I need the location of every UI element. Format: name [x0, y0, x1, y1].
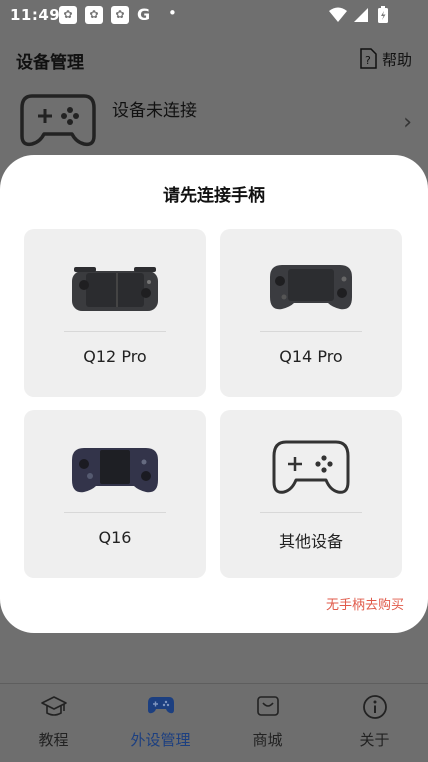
nav-item-peripherals[interactable]: 外设管理: [107, 684, 214, 762]
gamepad-icon: [20, 94, 96, 147]
card-divider: [260, 512, 362, 513]
device-card-other[interactable]: 其他设备: [220, 410, 402, 578]
connect-controller-modal: 请先连接手柄 Q12 Pro Q14 Pro Q16 其他设备 无手柄去购买: [0, 155, 428, 633]
nav-item-shop[interactable]: 商城: [214, 684, 321, 762]
baidu-icon: ✿: [85, 6, 103, 24]
card-divider: [260, 331, 362, 332]
system-icons: [328, 6, 398, 28]
modal-title: 请先连接手柄: [163, 186, 265, 206]
nav-label: 商城: [252, 731, 283, 749]
status-bar: 11:49 ✿ ✿ ✿ G •: [0, 0, 428, 30]
buy-controller-link[interactable]: 无手柄去购买: [326, 594, 404, 613]
help-label: 帮助: [381, 50, 412, 69]
gamepad-icon: [147, 697, 174, 714]
help-icon: ?: [360, 48, 377, 69]
nav-item-about[interactable]: 关于: [321, 684, 428, 762]
signal-icon: [354, 8, 368, 22]
q14-pro-controller-image: [270, 265, 352, 310]
chevron-right-icon: ›: [403, 110, 412, 135]
device-label: Q14 Pro: [279, 347, 343, 366]
nav-label: 教程: [38, 731, 69, 749]
google-icon: G: [137, 5, 151, 24]
nav-label: 外设管理: [130, 731, 191, 749]
more-notifications-dot: •: [168, 4, 177, 22]
battery-icon: [378, 6, 388, 23]
q16-controller-image: [72, 448, 158, 493]
q12-pro-controller-image: [72, 267, 158, 311]
graduation-cap-icon: [40, 696, 67, 716]
baidu-icon: ✿: [111, 6, 129, 24]
baidu-icon: ✿: [59, 6, 77, 24]
info-icon: [362, 695, 387, 719]
gamepad-icon: [272, 440, 350, 494]
shop-bag-icon: [256, 696, 279, 716]
nav-label: 关于: [359, 731, 390, 749]
card-divider: [64, 512, 166, 513]
device-connection-row[interactable]: 设备未连接 ›: [0, 80, 428, 160]
device-card-q16[interactable]: Q16: [24, 410, 206, 578]
bottom-nav: 教程 外设管理 商城 关于: [0, 683, 428, 762]
nav-item-tutorial[interactable]: 教程: [0, 684, 107, 762]
device-label: Q16: [98, 528, 132, 547]
device-label: 其他设备: [278, 532, 343, 551]
help-button[interactable]: ? 帮助: [358, 48, 412, 70]
svg-text:?: ?: [365, 54, 371, 67]
status-time: 11:49: [10, 6, 61, 24]
card-divider: [64, 331, 166, 332]
device-card-q12-pro[interactable]: Q12 Pro: [24, 229, 206, 397]
device-label: Q12 Pro: [83, 347, 147, 366]
device-status: 设备未连接: [112, 101, 197, 121]
page-title: 设备管理: [16, 53, 84, 73]
wifi-icon: [329, 7, 347, 22]
device-card-q14-pro[interactable]: Q14 Pro: [220, 229, 402, 397]
